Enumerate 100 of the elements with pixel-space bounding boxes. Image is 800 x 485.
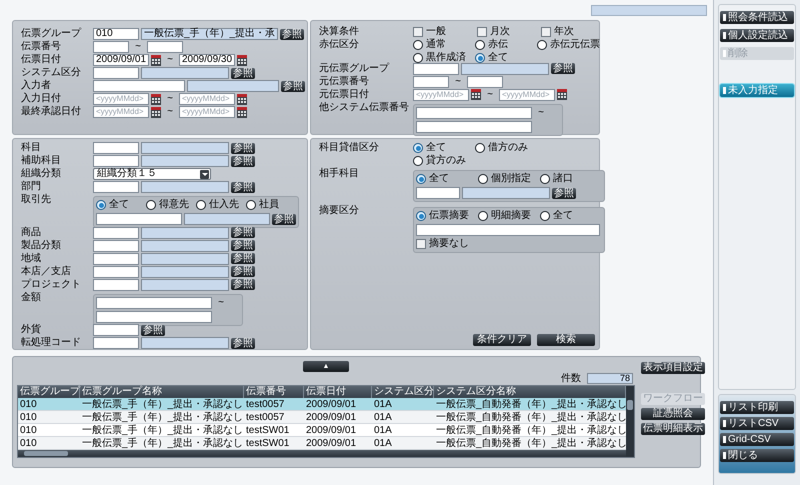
radio-button[interactable] xyxy=(196,200,206,210)
input-field[interactable]: 一般伝票_手（年）_提出・承 xyxy=(141,28,278,40)
input-field[interactable]: 010 xyxy=(93,28,139,40)
reference-button[interactable]: 参照 xyxy=(141,324,165,336)
table-row[interactable]: 010 一般伝票_手（年）_提出・承認なし test0057 2009/09/01 01A 一般伝票_自動発番（年）_提出・承認なし xyxy=(18,398,626,411)
reference-button[interactable]: 参照 xyxy=(231,68,255,78)
input-field[interactable] xyxy=(141,240,229,252)
input-field[interactable] xyxy=(416,120,532,133)
reference-button[interactable]: 参照 xyxy=(231,227,255,238)
input-field[interactable] xyxy=(413,62,459,75)
radio-button[interactable] xyxy=(540,174,550,184)
input-field[interactable] xyxy=(141,266,229,278)
form-button[interactable]: 検索 xyxy=(537,334,595,346)
reference-button[interactable]: 参照 xyxy=(231,142,255,154)
input-field[interactable] xyxy=(93,181,139,193)
table-row[interactable]: 010 一般伝票_手（年）_提出・承認なし test0057 2009/09/01 01A 一般伝票_自動発番（年）_提出・承認なし xyxy=(18,411,626,424)
radio-button[interactable] xyxy=(537,40,547,50)
input-field[interactable] xyxy=(93,240,139,252)
radio-button[interactable] xyxy=(413,53,423,63)
reference-button[interactable]: 参照 xyxy=(231,156,255,166)
calendar-icon[interactable] xyxy=(557,89,567,100)
radio-button[interactable] xyxy=(96,200,106,210)
input-field[interactable] xyxy=(93,266,139,278)
reference-button[interactable]: 参照 xyxy=(552,188,576,198)
input-field[interactable] xyxy=(141,155,229,167)
input-field[interactable] xyxy=(141,67,229,79)
calendar-icon[interactable] xyxy=(151,106,161,118)
input-field[interactable] xyxy=(184,213,270,225)
input-field[interactable] xyxy=(141,278,229,290)
input-field[interactable] xyxy=(93,252,139,264)
input-field[interactable] xyxy=(93,80,185,92)
calendar-icon[interactable] xyxy=(237,94,247,104)
checkbox[interactable] xyxy=(413,27,423,37)
input-field[interactable] xyxy=(141,142,229,154)
input-field[interactable] xyxy=(93,278,139,290)
input-field[interactable] xyxy=(93,324,139,336)
input-field[interactable] xyxy=(93,155,139,167)
sidebar-button[interactable]: 個人設定読込 xyxy=(720,29,794,42)
radio-button[interactable] xyxy=(413,143,423,153)
input-field[interactable] xyxy=(96,310,212,322)
table-row[interactable]: 010 一般伝票_手（年）_提出・承認なし testSW01 2009/09/01 01A 一般伝票_自動発番（年）_提出・承認なし xyxy=(18,437,626,450)
table-action-button[interactable]: 証憑照会 xyxy=(641,408,705,420)
reference-button[interactable]: 参照 xyxy=(281,80,305,92)
reference-button[interactable]: 参照 xyxy=(272,214,296,224)
sidebar-button[interactable]: Grid-CSV xyxy=(720,433,794,446)
input-field[interactable] xyxy=(462,187,550,199)
input-field[interactable] xyxy=(187,80,279,92)
radio-button[interactable] xyxy=(413,40,423,50)
input-field[interactable]: 2009/09/30 xyxy=(179,54,235,66)
reference-button[interactable]: 参照 xyxy=(231,279,255,290)
input-field[interactable] xyxy=(96,296,212,308)
input-field[interactable] xyxy=(93,67,139,79)
reference-button[interactable]: 参照 xyxy=(231,182,255,192)
calendar-icon[interactable] xyxy=(151,94,161,104)
input-field[interactable] xyxy=(467,76,503,88)
reference-button[interactable]: 参照 xyxy=(551,63,575,74)
radio-button[interactable] xyxy=(416,174,426,184)
checkbox[interactable] xyxy=(541,27,551,37)
radio-button[interactable] xyxy=(246,200,256,210)
input-field[interactable] xyxy=(141,226,229,238)
form-button[interactable]: 条件クリア xyxy=(473,334,531,346)
input-field[interactable] xyxy=(93,41,129,53)
table-action-button[interactable]: 伝票明細表示 xyxy=(641,423,705,435)
reference-button[interactable]: 参照 xyxy=(280,28,304,40)
checkbox[interactable] xyxy=(416,239,426,249)
sidebar-button[interactable]: 照会条件読込 xyxy=(720,11,794,24)
table-row[interactable]: 010 一般伝票_手（年）_提出・承認なし testSW01 2009/09/01 01A 一般伝票_自動発番（年）_提出・承認なし xyxy=(18,424,626,437)
radio-button[interactable] xyxy=(540,211,550,221)
checkbox[interactable] xyxy=(477,27,487,37)
radio-button[interactable] xyxy=(413,156,423,166)
calendar-icon[interactable] xyxy=(471,89,481,100)
sidebar-button[interactable]: リストCSV xyxy=(720,417,794,430)
input-field[interactable] xyxy=(461,62,549,75)
input-field[interactable] xyxy=(416,187,460,199)
reference-button[interactable]: 参照 xyxy=(231,266,255,277)
input-field[interactable] xyxy=(591,4,707,16)
radio-button[interactable] xyxy=(478,211,488,221)
input-field[interactable] xyxy=(141,252,229,264)
calendar-icon[interactable] xyxy=(151,54,161,66)
input-field[interactable] xyxy=(413,76,449,88)
reference-button[interactable]: 参照 xyxy=(231,338,255,348)
calendar-icon[interactable] xyxy=(237,106,247,118)
input-field[interactable] xyxy=(96,213,182,225)
radio-button[interactable] xyxy=(146,200,156,210)
input-field[interactable] xyxy=(93,226,139,238)
input-field[interactable] xyxy=(141,181,229,193)
radio-button[interactable] xyxy=(475,40,485,50)
sidebar-button[interactable]: リスト印刷 xyxy=(720,401,794,414)
input-field[interactable] xyxy=(416,106,532,119)
calendar-icon[interactable] xyxy=(237,54,247,66)
radio-button[interactable] xyxy=(475,143,485,153)
radio-button[interactable] xyxy=(478,174,488,184)
input-field[interactable] xyxy=(416,224,600,236)
sidebar-button[interactable]: 閉じる xyxy=(720,449,794,462)
input-field[interactable] xyxy=(147,41,183,53)
input-field[interactable] xyxy=(93,142,139,154)
input-field[interactable] xyxy=(141,337,229,349)
input-field[interactable] xyxy=(93,337,139,349)
radio-button[interactable] xyxy=(416,211,426,221)
horizontal-scrollbar[interactable] xyxy=(18,450,626,457)
